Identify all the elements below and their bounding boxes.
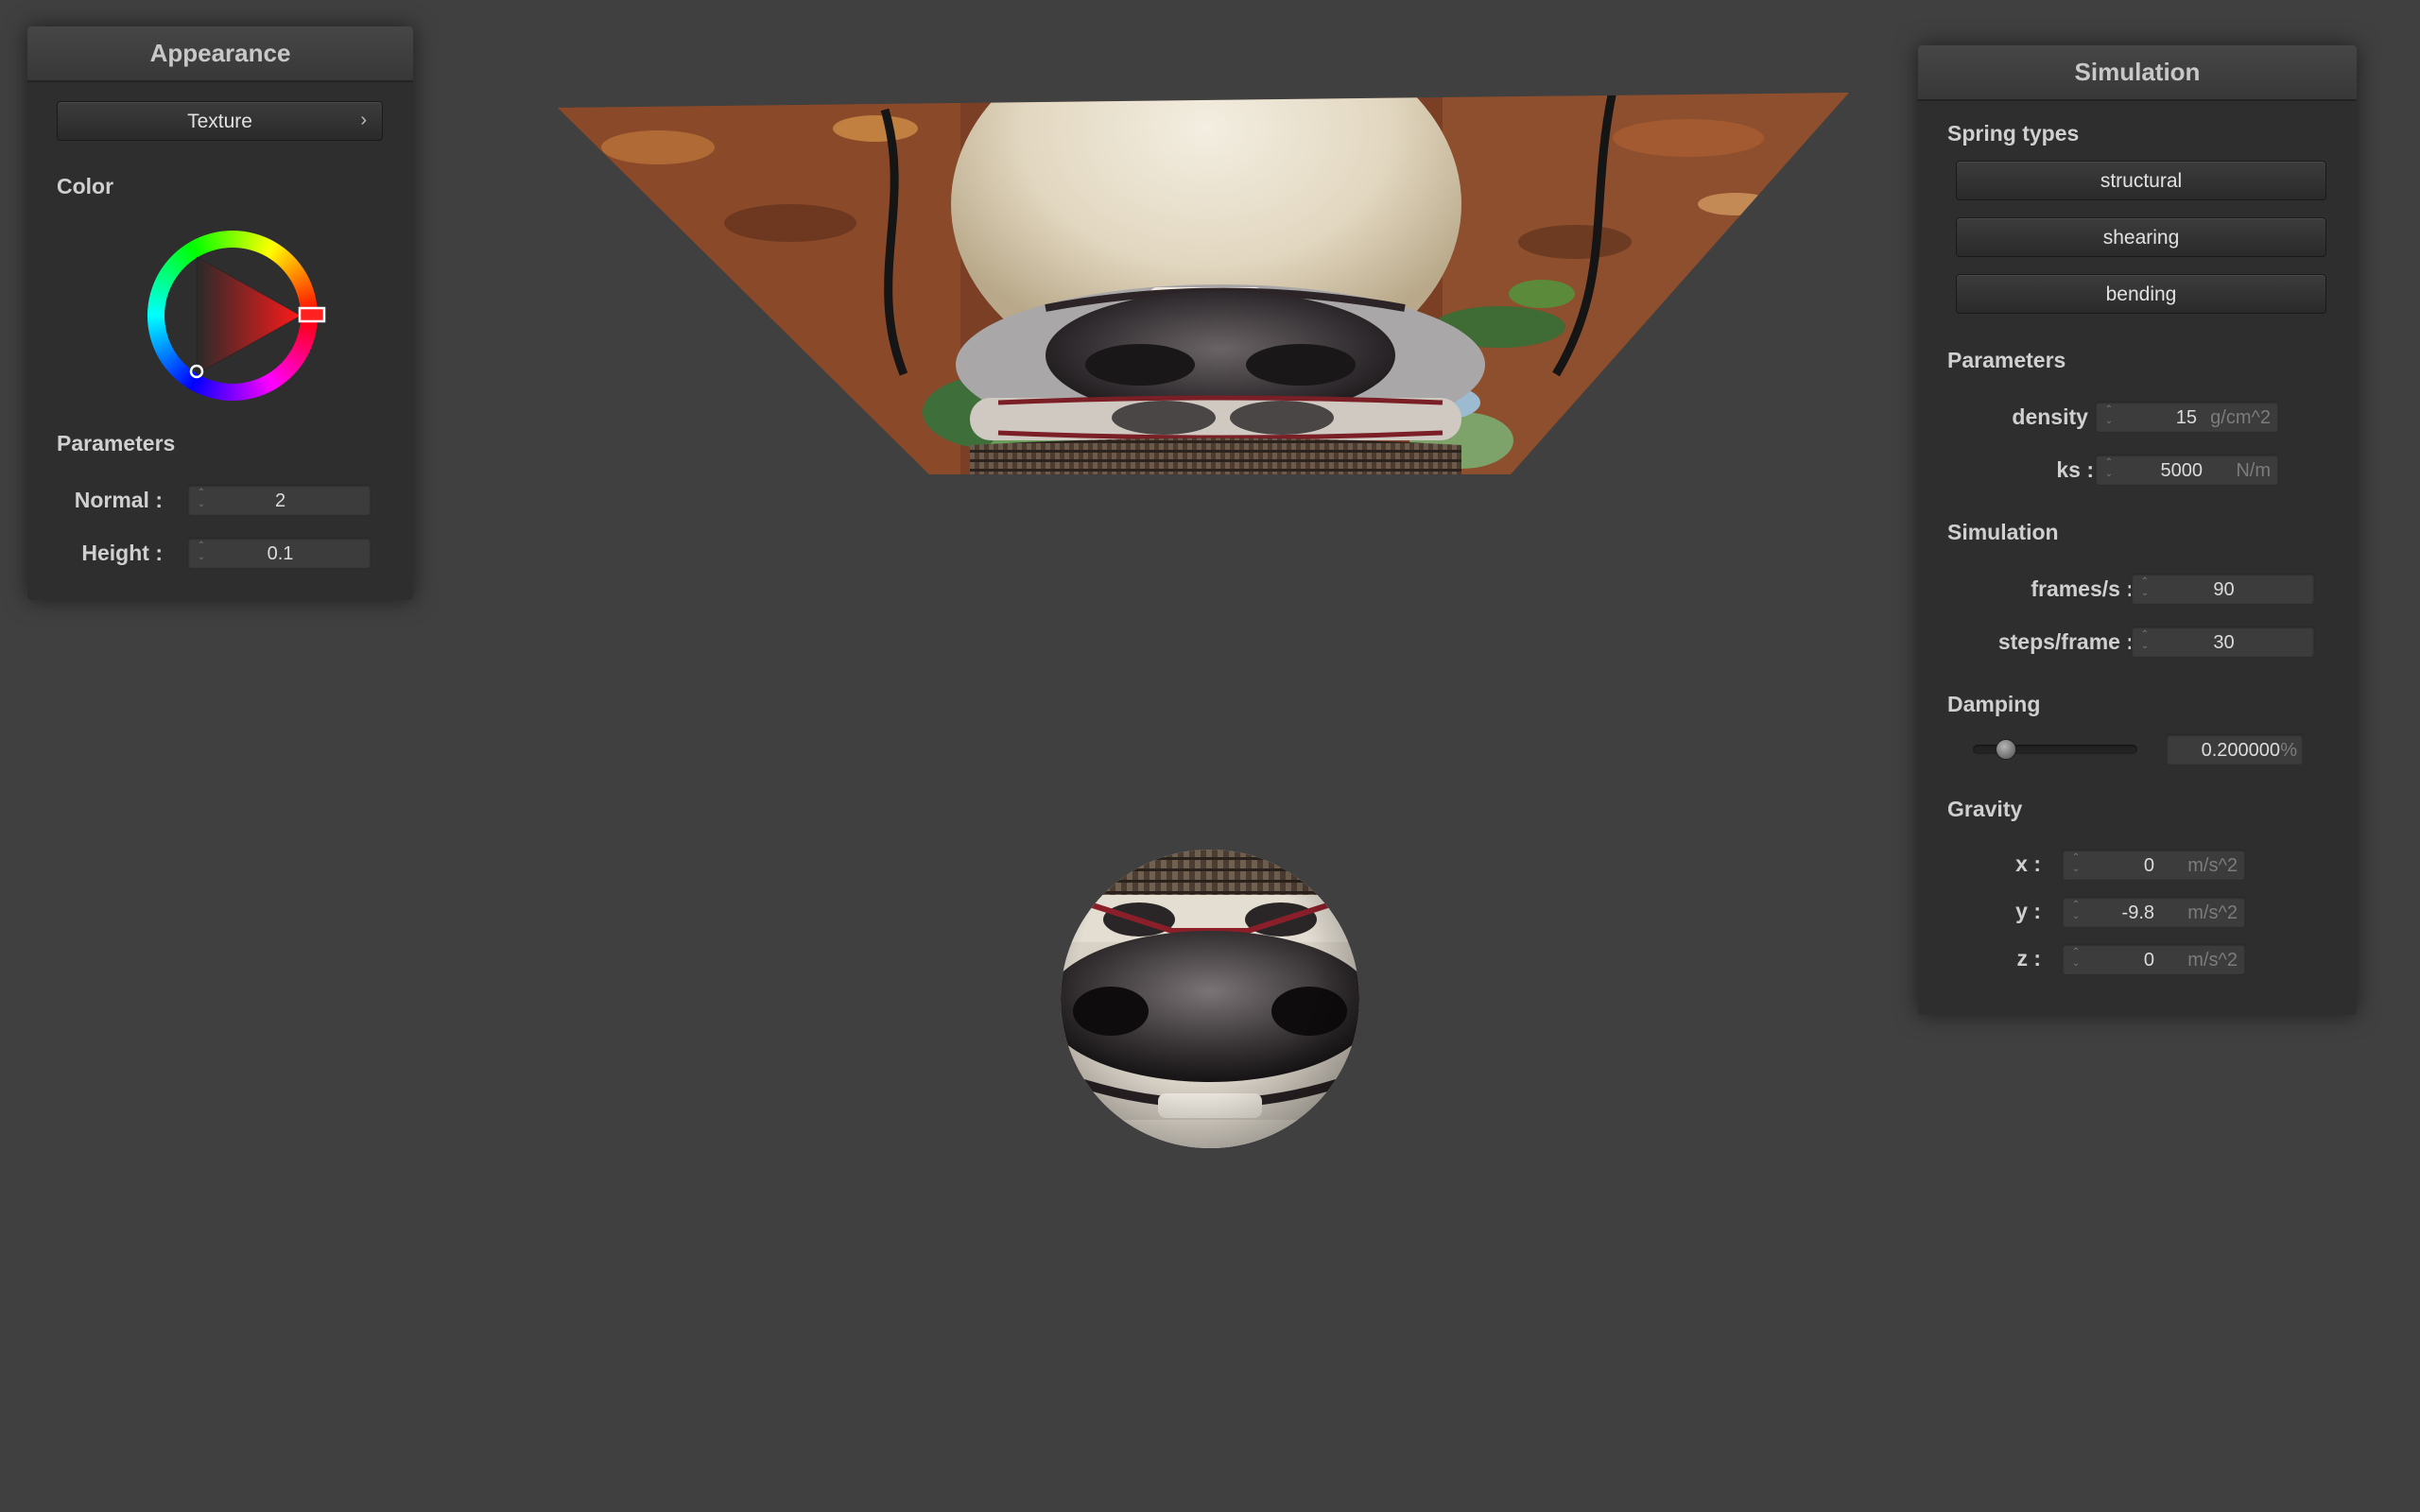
damping-input[interactable]: 0.200000 % (2166, 733, 2304, 765)
color-wheel[interactable] (138, 221, 327, 410)
normal-label: Normal : (74, 488, 163, 512)
spinner-arrows-icon[interactable]: ⌃ ⌄ (2103, 457, 2115, 480)
density-spinbox[interactable]: ⌃ ⌄ 15 g/cm^2 (2095, 401, 2279, 433)
appearance-parameters-label: Parameters (57, 431, 176, 455)
spinner-arrows-icon[interactable]: ⌃ ⌄ (2103, 404, 2115, 427)
ks-value: 5000 (2160, 460, 2204, 481)
gravity-y-value: -9.8 (2121, 902, 2154, 923)
gravity-y-spinbox[interactable]: ⌃ ⌄ -9.8 m/s^2 (2062, 896, 2246, 928)
density-label: density : (2012, 404, 2101, 429)
gravity-y-unit: m/s^2 (2187, 902, 2238, 923)
color-label: Color (57, 174, 114, 198)
spinner-arrows-icon[interactable]: ⌃ ⌄ (2070, 900, 2082, 922)
simulation-title[interactable]: Simulation (1918, 45, 2357, 101)
hue-picker[interactable] (298, 306, 326, 323)
spinner-arrows-icon[interactable]: ⌃ ⌄ (2070, 947, 2082, 970)
fps-spinbox[interactable]: ⌃ ⌄ 90 (2131, 573, 2315, 605)
steps-value: 30 (2213, 632, 2235, 653)
collision-sphere[interactable] (1059, 846, 1361, 1153)
sim-parameters-label: Parameters (1947, 348, 2066, 372)
texture-button[interactable]: Texture › (57, 101, 383, 141)
ks-label: ks : (2056, 457, 2094, 482)
gravity-y-label: y : (2015, 899, 2041, 923)
cloth-mesh[interactable] (554, 91, 1853, 478)
appearance-panel: Appearance Texture › Color Parameters No… (27, 26, 413, 600)
shearing-button[interactable]: shearing (1956, 217, 2326, 257)
simulation-section-label: Simulation (1947, 520, 2059, 544)
height-label: Height : (81, 541, 163, 565)
chevron-right-icon: › (360, 110, 367, 130)
gravity-z-spinbox[interactable]: ⌃ ⌄ 0 m/s^2 (2062, 943, 2246, 975)
steps-label: steps/frame : (1997, 629, 2134, 654)
texture-button-label: Texture (187, 111, 252, 132)
height-spinbox[interactable]: ⌃ ⌄ 0.1 (187, 537, 372, 569)
gravity-x-value: 0 (2143, 855, 2154, 876)
gravity-x-spinbox[interactable]: ⌃ ⌄ 0 m/s^2 (2062, 849, 2246, 881)
spinner-arrows-icon[interactable]: ⌃ ⌄ (2070, 852, 2082, 875)
gravity-z-label: z : (2016, 946, 2041, 971)
normal-value: 2 (274, 490, 286, 511)
steps-spinbox[interactable]: ⌃ ⌄ 30 (2131, 626, 2315, 658)
simulation-panel: Simulation Spring types structural shear… (1918, 45, 2357, 1015)
density-unit: g/cm^2 (2210, 407, 2271, 428)
height-value: 0.1 (267, 543, 294, 564)
ks-unit: N/m (2236, 460, 2271, 481)
gravity-label: Gravity (1947, 797, 2023, 821)
damping-value: 0.200000 (2201, 740, 2280, 761)
ks-spinbox[interactable]: ⌃ ⌄ 5000 N/m (2095, 454, 2279, 486)
normal-spinbox[interactable]: ⌃ ⌄ 2 (187, 484, 372, 516)
gravity-z-unit: m/s^2 (2187, 950, 2238, 971)
damping-label: Damping (1947, 692, 2041, 716)
gravity-x-label: x : (2015, 851, 2041, 876)
gravity-x-unit: m/s^2 (2187, 855, 2238, 876)
appearance-title[interactable]: Appearance (27, 26, 413, 82)
gravity-z-value: 0 (2143, 950, 2154, 971)
structural-button[interactable]: structural (1956, 161, 2326, 200)
spring-types-label: Spring types (1947, 121, 2080, 146)
fps-label: frames/s : (2031, 576, 2134, 601)
bending-button[interactable]: bending (1956, 274, 2326, 314)
fps-value: 90 (2213, 579, 2235, 600)
damping-unit: % (2280, 740, 2297, 761)
damping-slider-handle[interactable] (1995, 739, 2016, 760)
density-value: 15 (2175, 407, 2197, 428)
